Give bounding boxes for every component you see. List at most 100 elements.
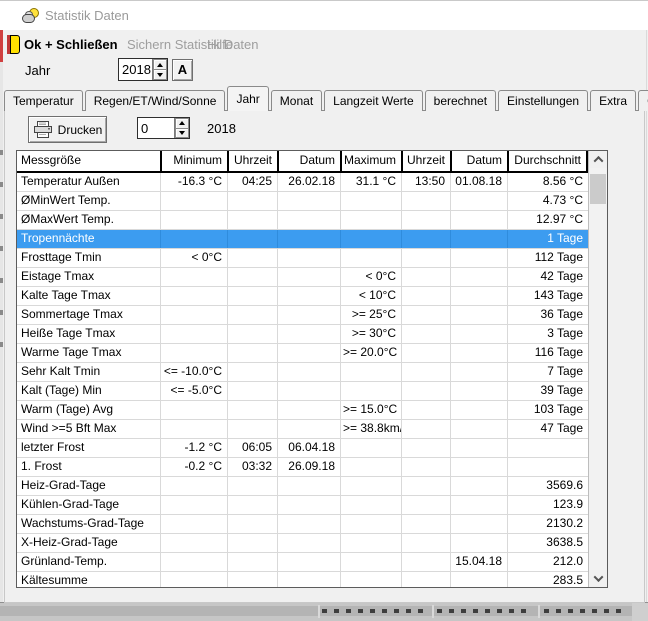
table-row[interactable]: Heiße Tage Tmax>= 30°C3 Tage — [17, 325, 588, 344]
table-row[interactable]: Warm (Tage) Avg>= 15.0°C103 Tage — [17, 401, 588, 420]
table-row[interactable]: Kühlen-Grad-Tage123.9 — [17, 496, 588, 515]
cell: < 0°C — [160, 249, 227, 267]
table-row[interactable]: Sehr Kalt Tmin<= -10.0°C7 Tage — [17, 363, 588, 382]
cell — [227, 325, 277, 343]
cell: 212.0 — [507, 553, 588, 571]
column-header-minimum: Minimum — [160, 151, 227, 171]
table-row[interactable]: Frosttage Tmin< 0°C112 Tage — [17, 249, 588, 268]
table-row[interactable]: Temperatur Außen-16.3 °C04:2526.02.1831.… — [17, 173, 588, 192]
tab-einstellungen[interactable]: Einstellungen — [498, 90, 588, 111]
cell — [277, 344, 340, 362]
year-spin-up-button[interactable] — [153, 59, 167, 70]
vertical-scrollbar[interactable] — [588, 151, 607, 587]
copies-spin-up-button[interactable] — [175, 118, 189, 129]
table-row[interactable]: Kalte Tage Tmax< 10°C143 Tage — [17, 287, 588, 306]
table-row[interactable]: Sommertage Tmax>= 25°C36 Tage — [17, 306, 588, 325]
tab-monat[interactable]: Monat — [271, 90, 322, 111]
cell — [277, 572, 340, 588]
cell: 8.56 °C — [507, 173, 588, 191]
table-row[interactable]: Tropennächte1 Tage — [17, 230, 588, 249]
cell: Grünland-Temp. — [17, 553, 160, 571]
table-row[interactable]: Wachstums-Grad-Tage2130.2 — [17, 515, 588, 534]
table-row[interactable]: Warme Tage Tmax>= 20.0°C116 Tage — [17, 344, 588, 363]
table-row[interactable]: Eistage Tmax< 0°C42 Tage — [17, 268, 588, 287]
menu-ok-schliessen[interactable]: Ok + Schließen — [24, 37, 118, 52]
cell: 26.09.18 — [277, 458, 340, 476]
column-header-messgr-e: Messgröße — [17, 151, 160, 171]
cell: ØMinWert Temp. — [17, 192, 160, 210]
cell: ØMaxWert Temp. — [17, 211, 160, 229]
auto-year-button[interactable]: A — [172, 59, 193, 81]
cell — [277, 401, 340, 419]
cell: 15.04.18 — [450, 553, 507, 571]
cell — [340, 192, 401, 210]
tab-temperatur[interactable]: Temperatur — [4, 90, 83, 111]
statusbar-text-fragment — [322, 609, 424, 613]
table-row[interactable]: Grünland-Temp. 15.04.18212.0 — [17, 553, 588, 572]
table-row[interactable]: letzter Frost-1.2 °C06:0506.04.18 — [17, 439, 588, 458]
cell — [277, 249, 340, 267]
cell: 06:05 — [227, 439, 277, 457]
cell: Tropennächte — [17, 230, 160, 248]
scrollbar-up-button[interactable] — [589, 151, 607, 168]
cell: 04:25 — [227, 173, 277, 191]
table-row[interactable]: X-Heiz-Grad-Tage3638.5 — [17, 534, 588, 553]
tab-jahr[interactable]: Jahr — [227, 86, 268, 111]
cell: Eistage Tmax — [17, 268, 160, 286]
cell — [160, 325, 227, 343]
statusbar-text-fragment — [544, 609, 628, 613]
table-row[interactable]: Kalt (Tage) Min<= -5.0°C39 Tage — [17, 382, 588, 401]
scrollbar-thumb[interactable] — [590, 174, 606, 204]
column-header-maximum: Maximum — [340, 151, 401, 171]
cell — [507, 458, 588, 476]
print-button[interactable]: Drucken — [28, 116, 107, 143]
cell — [227, 192, 277, 210]
copies-spin-down-button[interactable] — [175, 129, 189, 139]
up-arrow-icon — [157, 63, 163, 67]
toolbar-year-label: 2018 — [207, 121, 236, 136]
copies-input[interactable] — [138, 118, 174, 138]
cell: Kühlen-Grad-Tage — [17, 496, 160, 514]
table-row[interactable]: Wind >=5 Bft Max>= 38.8km/h47 Tage — [17, 420, 588, 439]
cell — [277, 553, 340, 571]
cell — [340, 515, 401, 533]
table-row[interactable]: ØMinWert Temp.4.73 °C — [17, 192, 588, 211]
cell: 12.97 °C — [507, 211, 588, 229]
cell — [277, 230, 340, 248]
cell — [340, 363, 401, 381]
tab-langzeit-werte[interactable]: Langzeit Werte — [324, 90, 423, 111]
cell: >= 30°C — [340, 325, 401, 343]
year-spin-down-button[interactable] — [153, 70, 167, 80]
tab-extra[interactable]: Extra — [590, 90, 636, 111]
cell — [401, 496, 450, 514]
cell: < 0°C — [340, 268, 401, 286]
table-row[interactable]: Kältesumme283.5 — [17, 572, 588, 588]
sun-cloud-app-icon — [22, 8, 40, 24]
cell — [401, 306, 450, 324]
table-row[interactable]: 1. Frost-0.2 °C03:3226.09.18 — [17, 458, 588, 477]
cell — [401, 420, 450, 438]
cell — [227, 534, 277, 552]
cell — [160, 515, 227, 533]
cell — [507, 439, 588, 457]
background-dots-fragment — [0, 150, 3, 350]
cell — [160, 553, 227, 571]
cell: <= -10.0°C — [160, 363, 227, 381]
table-row[interactable]: Heiz-Grad-Tage3569.6 — [17, 477, 588, 496]
cell — [277, 287, 340, 305]
tab-regen-et-wind-sonne[interactable]: Regen/ET/Wind/Sonne — [85, 90, 226, 111]
table-row[interactable]: ØMaxWert Temp. 12.97 °C — [17, 211, 588, 230]
year-input[interactable] — [119, 59, 152, 80]
cell — [401, 268, 450, 286]
cell — [340, 534, 401, 552]
cell — [401, 515, 450, 533]
cell: Sehr Kalt Tmin — [17, 363, 160, 381]
tab-berechnet[interactable]: berechnet — [425, 90, 496, 111]
year-spin-buttons — [152, 59, 167, 80]
cell: Wind >=5 Bft Max — [17, 420, 160, 438]
scrollbar-down-button[interactable] — [589, 570, 607, 587]
cell — [401, 439, 450, 457]
tab-grafik[interactable]: Grafik — [638, 90, 648, 111]
cell — [450, 211, 507, 229]
cloud-icon — [22, 14, 35, 23]
